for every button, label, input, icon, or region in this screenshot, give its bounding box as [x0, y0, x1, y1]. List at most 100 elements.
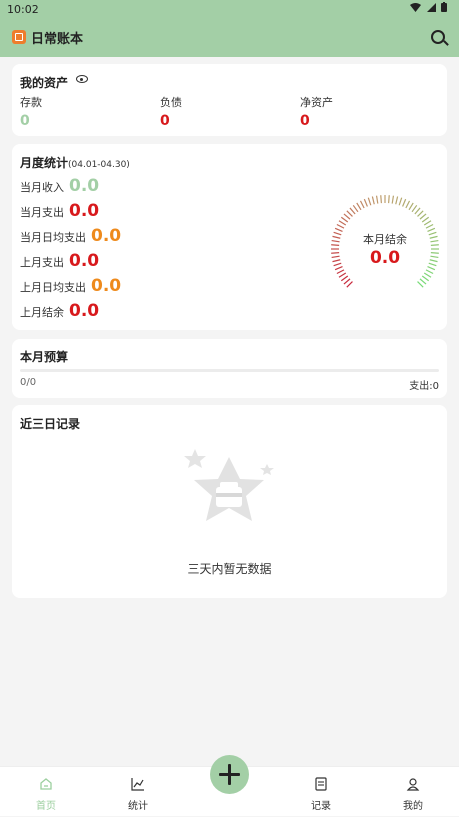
- stat-label: 上月结余: [20, 306, 64, 319]
- gauge-tick: [371, 196, 375, 205]
- nav-item-home[interactable]: 首页: [16, 767, 76, 817]
- stat-label: 当月收入: [20, 181, 64, 194]
- asset-net[interactable]: 净资产 0: [300, 94, 333, 129]
- status-time: 10:02: [7, 3, 39, 16]
- stat-label: 上月支出: [20, 256, 64, 269]
- stat-row: 当月收入 0.0: [20, 176, 99, 200]
- battery-icon: [441, 2, 447, 12]
- monthly-title: 月度统计(04.01-04.30): [20, 154, 130, 171]
- balance-gauge: 本月结余 0.0: [330, 194, 440, 304]
- gauge-tick: [346, 210, 353, 217]
- nav-item-profile[interactable]: 我的: [383, 767, 443, 817]
- asset-label: 净资产: [300, 96, 333, 109]
- gauge-tick: [380, 195, 382, 204]
- stat-label: 当月支出: [20, 206, 64, 219]
- nav-label: 记录: [311, 801, 331, 812]
- budget-progress-bar: [20, 369, 439, 372]
- stat-row: 当月支出 0.0: [20, 201, 99, 225]
- asset-value: 0: [20, 113, 30, 129]
- gauge-tick: [419, 213, 427, 220]
- gauge-tick: [338, 220, 347, 226]
- signal-icon: [426, 3, 436, 12]
- gauge-tick: [336, 223, 345, 229]
- stat-value: 0.0: [91, 226, 122, 246]
- nav-label: 首页: [36, 801, 56, 812]
- gauge-tick: [421, 216, 430, 223]
- gauge-tick: [340, 216, 349, 223]
- add-record-button[interactable]: [210, 755, 249, 794]
- status-bar: 10:02: [0, 0, 459, 18]
- empty-box-icon: [184, 449, 274, 521]
- gauge-tick: [425, 269, 434, 275]
- monthly-stats-card[interactable]: 月度统计(04.01-04.30) 当月收入 0.0 当月支出 0.0 当月日均…: [12, 144, 447, 330]
- gauge-label: 本月结余: [363, 233, 407, 246]
- stat-row: 上月结余 0.0: [20, 301, 99, 325]
- status-icons: [410, 2, 447, 15]
- gauge-tick: [402, 198, 407, 207]
- gauge-tick: [405, 200, 411, 209]
- stat-value: 0.0: [91, 276, 122, 296]
- app-title: 日常账本: [31, 32, 84, 47]
- gauge-tick: [346, 281, 353, 288]
- gauge-tick: [417, 281, 424, 288]
- gauge-tick: [359, 200, 365, 209]
- stat-value: 0.0: [69, 201, 100, 221]
- wifi-icon: [410, 3, 421, 12]
- home-icon: [40, 778, 52, 790]
- gauge-tick: [343, 213, 351, 220]
- gauge-tick: [356, 202, 362, 211]
- gauge-tick: [425, 223, 434, 229]
- monthly-title-text: 月度统计: [20, 156, 69, 170]
- gauge-tick: [375, 195, 379, 204]
- budget-card[interactable]: 本月预算 0/0 支出:0: [12, 339, 447, 398]
- gauge-value: 0.0: [369, 248, 401, 268]
- gauge-tick: [408, 202, 414, 211]
- gauge-tick: [363, 198, 368, 207]
- gauge-tick: [352, 204, 359, 213]
- stat-value: 0.0: [69, 301, 100, 321]
- stat-row: 当月日均支出 0.0: [20, 226, 121, 250]
- recent-records-card: 近三日记录 三天内暂无数据: [12, 405, 447, 598]
- empty-text: 三天内暂无数据: [187, 562, 272, 576]
- stat-value: 0.0: [69, 251, 100, 271]
- assets-title: 我的资产: [20, 76, 69, 90]
- gauge-tick: [388, 195, 390, 204]
- user-icon: [406, 778, 420, 791]
- app-logo-icon: [12, 30, 26, 44]
- budget-ratio: 0/0: [20, 377, 37, 388]
- gauge-tick: [417, 210, 424, 217]
- gauge-tick: [414, 207, 421, 215]
- stat-value: 0.0: [69, 176, 100, 196]
- budget-spend: 支出:0: [409, 381, 439, 392]
- nav-item-stats[interactable]: 统计: [108, 767, 168, 817]
- gauge-tick: [411, 204, 418, 213]
- gauge-tick: [421, 275, 430, 282]
- gauge-tick: [336, 269, 345, 275]
- recent-title: 近三日记录: [20, 417, 81, 431]
- gauge-tick: [340, 275, 349, 282]
- stat-label: 当月日均支出: [20, 231, 86, 244]
- eye-icon[interactable]: [76, 75, 88, 83]
- gauge-tick: [391, 195, 395, 204]
- gauge-tick: [343, 278, 351, 285]
- gauge-tick: [423, 220, 432, 226]
- assets-card: 我的资产 存款 0 负债 0 净资产 0: [12, 64, 447, 136]
- nav-label: 我的: [403, 801, 423, 812]
- search-button[interactable]: [428, 27, 450, 49]
- nav-item-records[interactable]: 记录: [291, 767, 351, 817]
- asset-debt[interactable]: 负债 0: [160, 94, 182, 129]
- list-icon: [315, 777, 327, 791]
- asset-label: 存款: [20, 96, 42, 109]
- top-bar: 10:02 日常账本: [0, 0, 459, 57]
- gauge-tick: [398, 197, 403, 206]
- gauge-tick: [367, 197, 372, 206]
- asset-value: 0: [160, 113, 170, 129]
- asset-deposit[interactable]: 存款 0: [20, 94, 42, 129]
- asset-label: 负债: [160, 96, 182, 109]
- stat-row: 上月日均支出 0.0: [20, 276, 121, 300]
- budget-title: 本月预算: [20, 350, 69, 364]
- monthly-range: (04.01-04.30): [68, 160, 130, 170]
- stat-label: 上月日均支出: [20, 281, 86, 294]
- gauge-tick: [338, 272, 347, 278]
- asset-value: 0: [300, 113, 310, 129]
